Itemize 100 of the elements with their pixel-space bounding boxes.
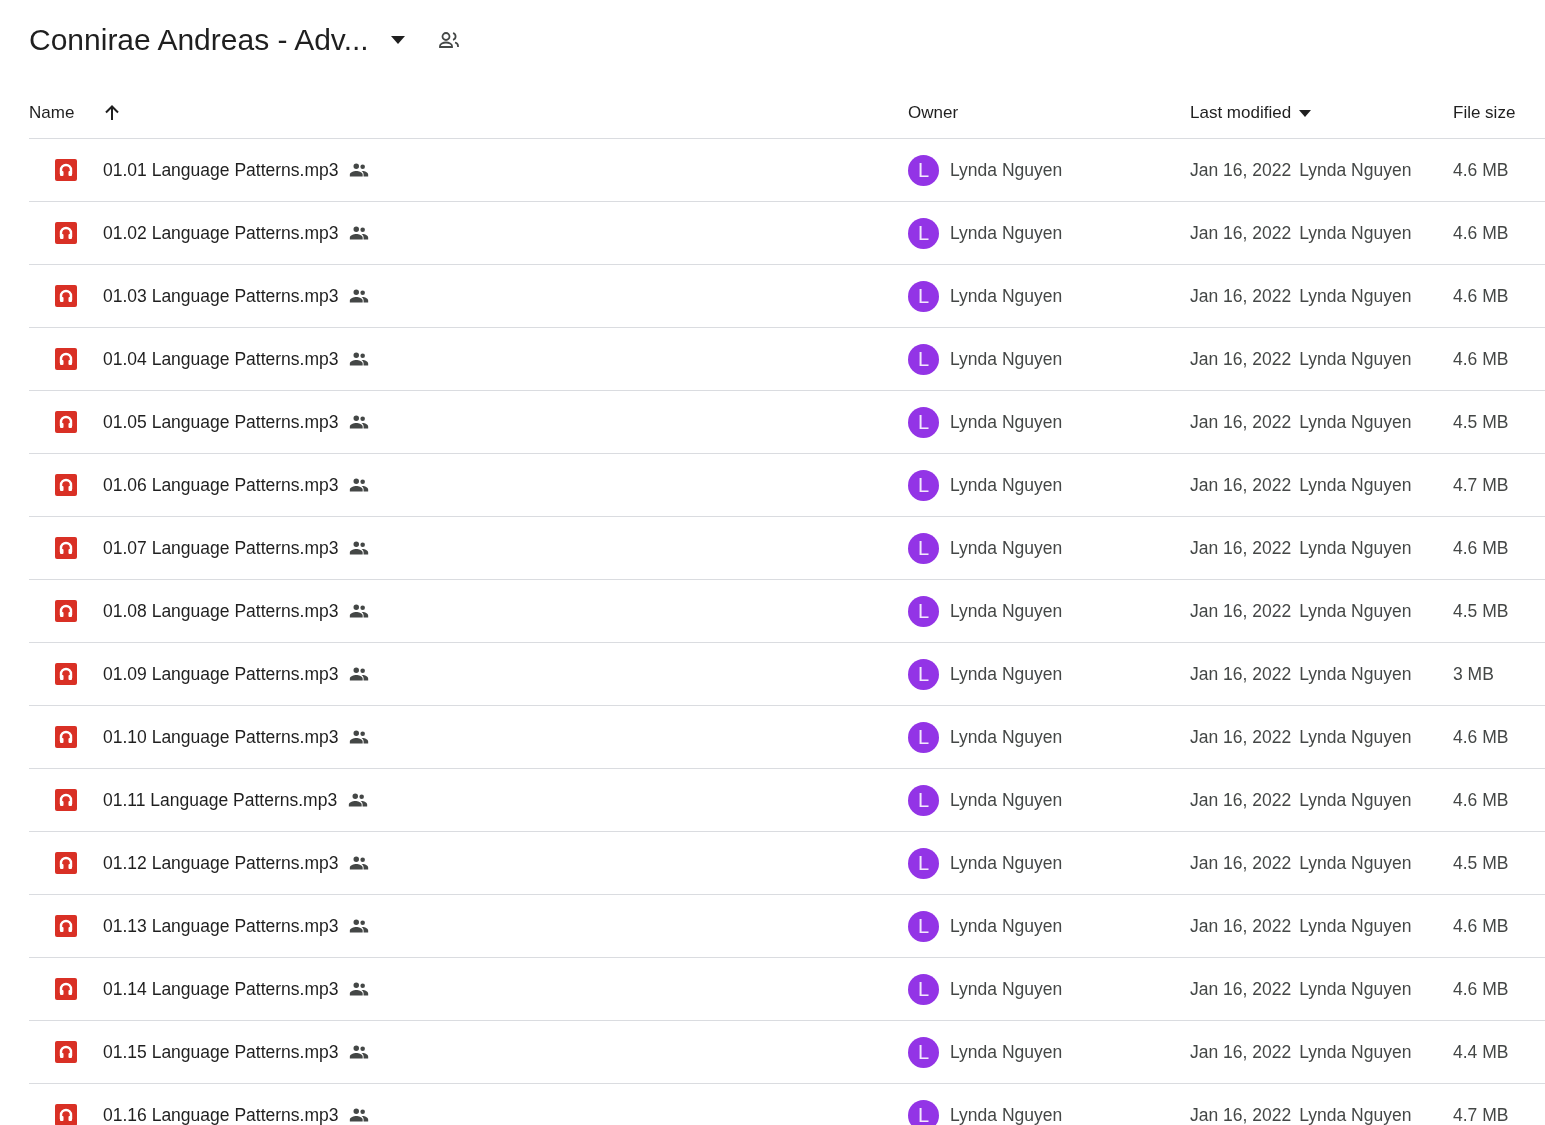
column-header[interactable]: Owner <box>908 103 959 123</box>
modified-date: Jan 16, 2022 <box>1190 915 1292 937</box>
owner-name: Lynda Nguyen <box>950 411 1063 433</box>
audio-file-icon <box>55 663 77 685</box>
owner-name: Lynda Nguyen <box>950 915 1063 937</box>
file-name[interactable]: 01.11 Language Patterns.mp3 <box>103 789 338 811</box>
audio-file-icon <box>55 852 77 874</box>
owner-name: Lynda Nguyen <box>950 348 1063 370</box>
audio-file-icon <box>55 537 77 559</box>
owner-name: Lynda Nguyen <box>950 663 1063 685</box>
modified-date: Jan 16, 2022 <box>1190 663 1292 685</box>
file-size: 4.4 MB <box>1453 1041 1510 1063</box>
owner-name: Lynda Nguyen <box>950 474 1063 496</box>
modified-date: Jan 16, 2022 <box>1190 1041 1292 1063</box>
file-name[interactable]: 01.10 Language Patterns.mp3 <box>103 726 339 748</box>
audio-file-icon <box>55 222 77 244</box>
file-name[interactable]: 01.02 Language Patterns.mp3 <box>103 222 339 244</box>
owner-name: Lynda Nguyen <box>950 1104 1063 1125</box>
audio-file-icon <box>55 726 77 748</box>
audio-file-icon <box>55 411 77 433</box>
audio-file-icon <box>55 159 77 181</box>
modified-date: Jan 16, 2022 <box>1190 789 1292 811</box>
modified-date: Jan 16, 2022 <box>1190 537 1292 559</box>
owner-name: Lynda Nguyen <box>950 222 1063 244</box>
avatar: L <box>908 1099 939 1125</box>
modified-date: Jan 16, 2022 <box>1190 285 1292 307</box>
modified-date: Jan 16, 2022 <box>1190 726 1292 748</box>
avatar: L <box>908 406 939 438</box>
avatar: L <box>908 280 939 312</box>
file-size: 4.6 MB <box>1453 537 1510 559</box>
dropdown-caret-icon[interactable] <box>1299 109 1312 117</box>
file-name[interactable]: 01.05 Language Patterns.mp3 <box>103 411 339 433</box>
column-header[interactable]: Name <box>29 103 75 123</box>
avatar: L <box>908 1036 939 1068</box>
file-name[interactable]: 01.09 Language Patterns.mp3 <box>103 663 339 685</box>
modified-by: Lynda Nguyen <box>1299 726 1412 748</box>
modified-by: Lynda Nguyen <box>1299 978 1412 1000</box>
dropdown-caret-icon[interactable] <box>390 36 405 44</box>
modified-date: Jan 16, 2022 <box>1190 852 1292 874</box>
avatar: L <box>908 910 939 942</box>
audio-file-icon <box>55 789 77 811</box>
modified-by: Lynda Nguyen <box>1299 1104 1412 1125</box>
file-size: 4.7 MB <box>1453 474 1510 496</box>
file-name[interactable]: 01.06 Language Patterns.mp3 <box>103 474 339 496</box>
owner-name: Lynda Nguyen <box>950 600 1063 622</box>
modified-date: Jan 16, 2022 <box>1190 474 1292 496</box>
modified-by: Lynda Nguyen <box>1299 663 1412 685</box>
owner-name: Lynda Nguyen <box>950 852 1063 874</box>
file-name[interactable]: 01.04 Language Patterns.mp3 <box>103 348 339 370</box>
file-name[interactable]: 01.15 Language Patterns.mp3 <box>103 1041 339 1063</box>
avatar: L <box>908 343 939 375</box>
audio-file-icon <box>55 474 77 496</box>
audio-file-icon <box>55 1041 77 1063</box>
file-size: 4.6 MB <box>1453 285 1510 307</box>
avatar: L <box>908 658 939 690</box>
modified-by: Lynda Nguyen <box>1299 537 1412 559</box>
owner-name: Lynda Nguyen <box>950 1041 1063 1063</box>
modified-by: Lynda Nguyen <box>1299 159 1412 181</box>
owner-name: Lynda Nguyen <box>950 537 1063 559</box>
avatar: L <box>908 469 939 501</box>
file-size: 4.6 MB <box>1453 789 1510 811</box>
column-header[interactable]: File size <box>1453 103 1516 123</box>
file-name[interactable]: 01.07 Language Patterns.mp3 <box>103 537 339 559</box>
file-size: 4.5 MB <box>1453 852 1510 874</box>
modified-date: Jan 16, 2022 <box>1190 1104 1292 1125</box>
file-name[interactable]: 01.16 Language Patterns.mp3 <box>103 1104 339 1125</box>
modified-by: Lynda Nguyen <box>1299 789 1412 811</box>
file-name[interactable]: 01.03 Language Patterns.mp3 <box>103 285 339 307</box>
avatar: L <box>908 847 939 879</box>
file-size: 4.6 MB <box>1453 159 1510 181</box>
modified-date: Jan 16, 2022 <box>1190 348 1292 370</box>
owner-name: Lynda Nguyen <box>950 159 1063 181</box>
modified-by: Lynda Nguyen <box>1299 852 1412 874</box>
modified-by: Lynda Nguyen <box>1299 1041 1412 1063</box>
audio-file-icon <box>55 600 77 622</box>
file-name[interactable]: 01.12 Language Patterns.mp3 <box>103 852 339 874</box>
modified-by: Lynda Nguyen <box>1299 474 1412 496</box>
modified-by: Lynda Nguyen <box>1299 915 1412 937</box>
avatar: L <box>908 784 939 816</box>
audio-file-icon <box>55 285 77 307</box>
file-size: 3 MB <box>1453 663 1495 685</box>
modified-by: Lynda Nguyen <box>1299 348 1412 370</box>
avatar: L <box>908 595 939 627</box>
file-name[interactable]: 01.13 Language Patterns.mp3 <box>103 915 339 937</box>
audio-file-icon <box>55 915 77 937</box>
file-name[interactable]: 01.14 Language Patterns.mp3 <box>103 978 339 1000</box>
file-size: 4.6 MB <box>1453 915 1510 937</box>
modified-by: Lynda Nguyen <box>1299 600 1412 622</box>
modified-date: Jan 16, 2022 <box>1190 222 1292 244</box>
avatar: L <box>908 532 939 564</box>
owner-name: Lynda Nguyen <box>950 285 1063 307</box>
file-size: 4.6 MB <box>1453 348 1510 370</box>
modified-date: Jan 16, 2022 <box>1190 978 1292 1000</box>
file-name[interactable]: 01.08 Language Patterns.mp3 <box>103 600 339 622</box>
owner-name: Lynda Nguyen <box>950 978 1063 1000</box>
owner-name: Lynda Nguyen <box>950 789 1063 811</box>
file-name[interactable]: 01.01 Language Patterns.mp3 <box>103 159 339 181</box>
audio-file-icon <box>55 978 77 1000</box>
modified-by: Lynda Nguyen <box>1299 285 1412 307</box>
column-header[interactable]: Last modified <box>1190 103 1292 123</box>
